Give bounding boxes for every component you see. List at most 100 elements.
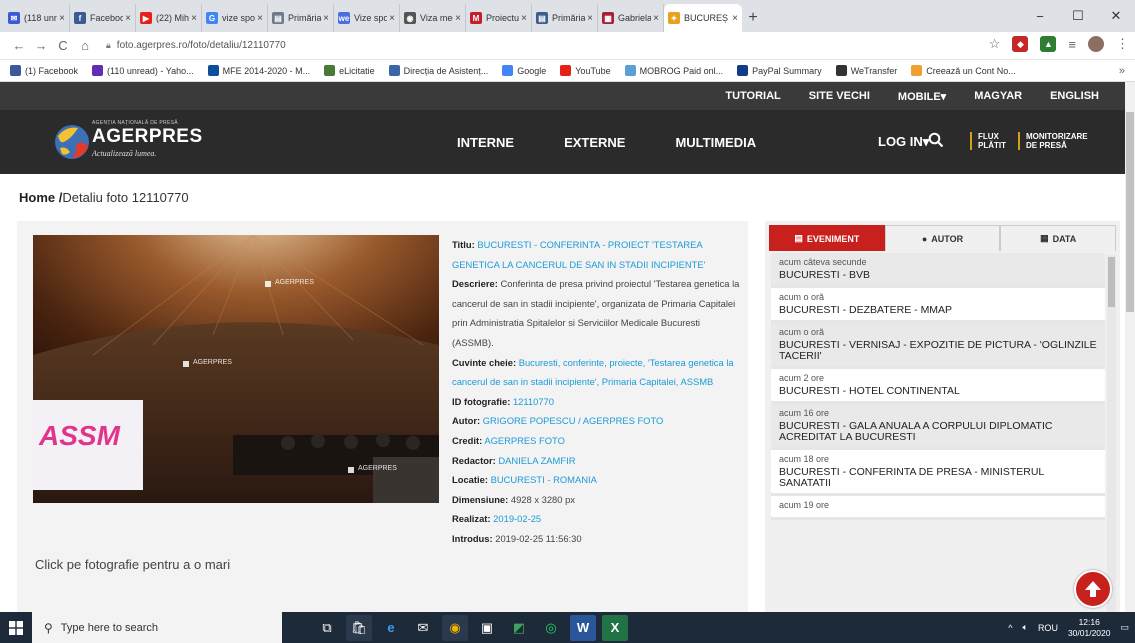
word-icon[interactable]: W: [570, 614, 596, 641]
browser-tab[interactable]: ▦ Gabriela T×: [598, 4, 664, 32]
tab-close-icon[interactable]: ×: [389, 13, 395, 24]
nav-externe[interactable]: EXTERNE: [564, 135, 625, 150]
notifications-icon[interactable]: ▭: [1120, 622, 1129, 633]
bookmark-item[interactable]: MOBROG Paid onl...: [624, 65, 723, 76]
event-item[interactable]: acum câteva secunde BUCURESTI - BVB: [771, 253, 1105, 288]
whatsapp-icon[interactable]: ◎: [538, 615, 564, 641]
tab-close-icon[interactable]: ×: [732, 13, 738, 24]
meta-title-value[interactable]: BUCURESTI - CONFERINTA - PROIECT 'TESTAR…: [452, 239, 705, 270]
browser-tab[interactable]: we Vize sporti×: [334, 4, 400, 32]
mail-icon[interactable]: ✉: [410, 615, 436, 641]
browser-tab[interactable]: ▤ Primăria C×: [532, 4, 598, 32]
tab-close-icon[interactable]: ×: [653, 13, 659, 24]
browser-tab[interactable]: M Proiectul ×: [466, 4, 532, 32]
meta-author-value[interactable]: GRIGORE POPESCU / AGERPRES FOTO: [483, 415, 664, 426]
tab-close-icon[interactable]: ×: [521, 13, 527, 24]
drive-icon[interactable]: ▲: [1040, 36, 1057, 52]
agerpres-logo[interactable]: AGENȚIA NAȚIONALĂ DE PRESĂ AGERPRES Actu…: [52, 116, 202, 168]
topnav-english[interactable]: ENGLISH: [1050, 90, 1099, 102]
nav-interne[interactable]: INTERNE: [457, 135, 514, 150]
bookmark-item[interactable]: Direcția de Asistenț...: [388, 65, 488, 76]
event-item[interactable]: acum o oră BUCURESTI - VERNISAJ - EXPOZIT…: [771, 323, 1105, 369]
feed-scroll-thumb[interactable]: [1108, 257, 1115, 307]
meta-editor-value[interactable]: DANIELA ZAMFIR: [498, 455, 575, 466]
topnav-tutorial[interactable]: TUTORIAL: [725, 90, 780, 102]
tray-chevron-icon[interactable]: ^: [1008, 623, 1012, 633]
tab-close-icon[interactable]: ×: [125, 13, 131, 24]
tab-data[interactable]: ▦ DATA: [1000, 225, 1117, 251]
page-scrollbar[interactable]: [1125, 82, 1135, 612]
reading-list-icon[interactable]: ≡: [1068, 37, 1076, 52]
browser-tab[interactable]: f Facebook×: [70, 4, 136, 32]
monitorizare-link[interactable]: MONITORIZARE DE PRESĂ: [1018, 132, 1088, 150]
scroll-to-top-button[interactable]: [1074, 570, 1112, 608]
breadcrumb-home[interactable]: Home /: [19, 190, 62, 205]
browser-tab[interactable]: Gvize sporti×: [202, 4, 268, 32]
reload-icon[interactable]: C: [52, 38, 74, 53]
star-icon[interactable]: ☆: [989, 36, 1001, 52]
tab-close-icon[interactable]: ×: [323, 13, 329, 24]
flux-platit-link[interactable]: FLUX PLĂTIT: [970, 132, 1006, 150]
meta-id-value[interactable]: 12110770: [513, 396, 554, 407]
clock[interactable]: 12:16 30/01/2020: [1068, 617, 1111, 639]
bookmark-item[interactable]: YouTube: [560, 65, 611, 76]
tab-close-icon[interactable]: ×: [59, 13, 65, 24]
tab-autor[interactable]: ● AUTOR: [884, 225, 1001, 251]
maps-icon[interactable]: ◩: [506, 615, 532, 641]
store-icon[interactable]: 🛍︎: [346, 614, 372, 641]
page-scroll-thumb[interactable]: [1126, 112, 1134, 312]
meta-credit-value[interactable]: AGERPRES FOTO: [484, 435, 565, 446]
close-window-button[interactable]: ✕: [1097, 0, 1135, 32]
tab-eveniment[interactable]: ▤ EVENIMENT: [769, 225, 885, 251]
search-icon[interactable]: [928, 132, 944, 148]
volume-icon[interactable]: 🔈︎: [1023, 622, 1028, 633]
browser-tab[interactable]: ✉ (118 unre×: [4, 4, 70, 32]
browser-tab[interactable]: ▶ (22) Mihai×: [136, 4, 202, 32]
profile-avatar[interactable]: [1088, 36, 1104, 52]
browser-tab[interactable]: ✦ BUCUREȘ ×: [664, 4, 742, 32]
back-icon[interactable]: ←: [8, 38, 30, 53]
taskbar-search[interactable]: ⚲ Type here to search: [32, 612, 282, 643]
minimize-button[interactable]: −: [1021, 0, 1059, 32]
photos-icon[interactable]: ▣: [474, 615, 500, 641]
bookmark-item[interactable]: (1) Facebook: [10, 65, 78, 76]
browser-tab[interactable]: ▤ Primăria C×: [268, 4, 334, 32]
topnav-site-vechi[interactable]: SITE VECHI: [809, 90, 870, 102]
task-view-icon[interactable]: ⧉: [314, 615, 340, 641]
event-item[interactable]: acum 19 ore: [771, 496, 1105, 520]
main-photo[interactable]: ASSM AGERPRES AGERPRES AGERPRES: [33, 235, 439, 503]
login-button[interactable]: LOG IN▾: [878, 134, 929, 150]
extension-icon[interactable]: ◆: [1012, 36, 1029, 52]
tab-close-icon[interactable]: ×: [191, 13, 197, 24]
excel-icon[interactable]: X: [602, 614, 628, 641]
browser-tab[interactable]: ◉ Viza medi×: [400, 4, 466, 32]
chrome-icon[interactable]: ◉: [442, 614, 468, 641]
bookmark-item[interactable]: PayPal Summary: [737, 65, 822, 76]
bookmark-item[interactable]: (110 unread) - Yaho...: [92, 65, 194, 76]
menu-icon[interactable]: ⋮: [1116, 36, 1129, 52]
event-item[interactable]: acum 2 ore BUCURESTI - HOTEL CONTINENTAL: [771, 369, 1105, 404]
bookmark-item[interactable]: Google: [502, 65, 546, 76]
bookmarks-more-icon[interactable]: »: [1119, 65, 1125, 77]
event-item[interactable]: acum 18 ore BUCURESTI - CONFERINTA DE PRE…: [771, 450, 1105, 496]
language-indicator[interactable]: ROU: [1038, 623, 1058, 633]
forward-icon[interactable]: →: [30, 38, 52, 53]
tab-close-icon[interactable]: ×: [455, 13, 461, 24]
nav-multimedia[interactable]: MULTIMEDIA: [675, 135, 756, 150]
topnav-magyar[interactable]: MAGYAR: [974, 90, 1022, 102]
edge-icon[interactable]: e: [378, 615, 404, 641]
bookmark-item[interactable]: MFE 2014-2020 - M...: [207, 65, 310, 76]
home-icon[interactable]: ⌂: [74, 38, 96, 53]
maximize-button[interactable]: ☐: [1059, 0, 1097, 32]
topnav-mobile[interactable]: MOBILE▾: [898, 90, 946, 103]
event-item[interactable]: acum o oră BUCURESTI - DEZBATERE - MMAP: [771, 288, 1105, 323]
tab-close-icon[interactable]: ×: [587, 13, 593, 24]
bookmark-item[interactable]: eLicitatie: [324, 65, 375, 76]
bookmark-item[interactable]: Creează un Cont No...: [911, 65, 1016, 76]
event-item[interactable]: acum 16 ore BUCURESTI - GALA ANUALA A COR…: [771, 404, 1105, 450]
feed-scrollbar[interactable]: [1107, 255, 1116, 619]
url-input[interactable]: 🔒︎ foto.agerpres.ro/foto/detaliu/1211077…: [106, 35, 976, 57]
meta-location-value[interactable]: BUCURESTI - ROMANIA: [491, 474, 597, 485]
start-button[interactable]: [0, 612, 32, 643]
tab-close-icon[interactable]: ×: [257, 13, 263, 24]
